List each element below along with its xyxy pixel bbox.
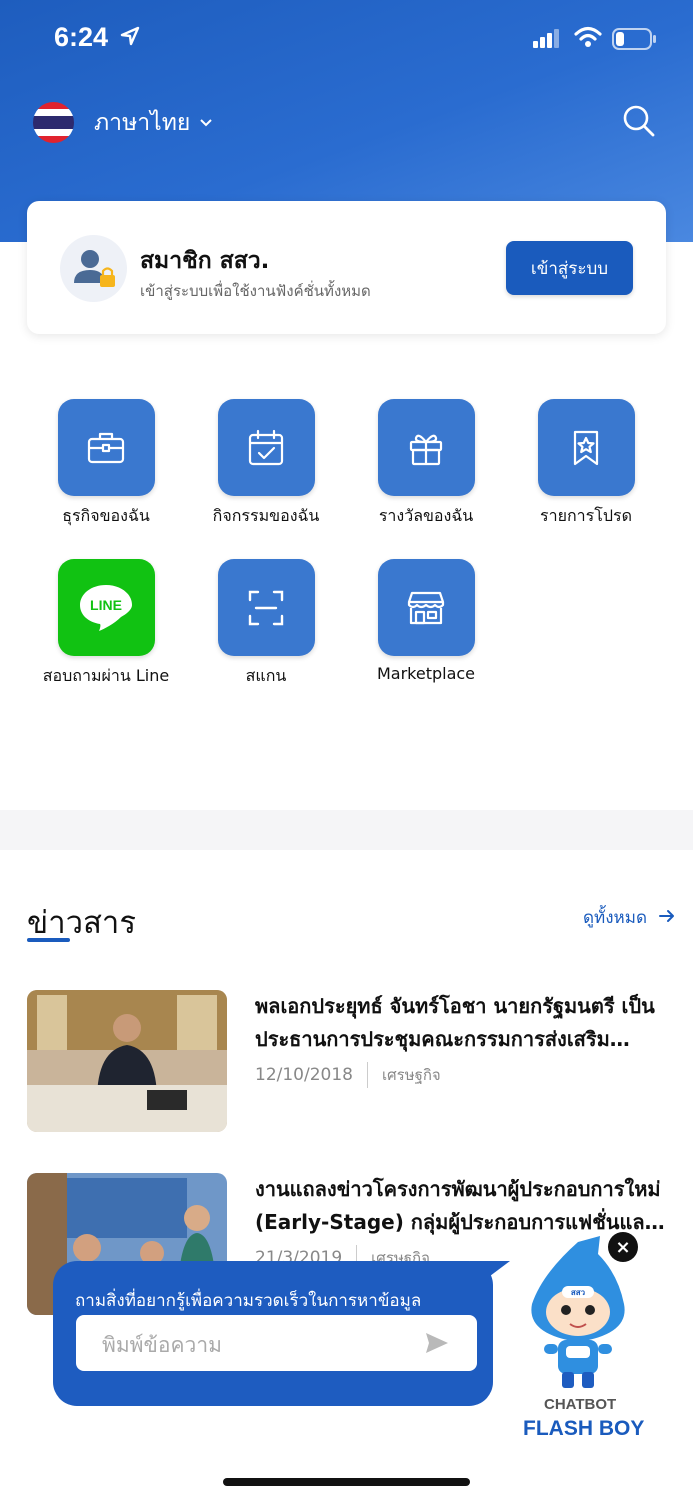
send-icon[interactable] [424, 1331, 450, 1359]
see-all-link[interactable]: ดูทั้งหมด [583, 904, 675, 931]
menu-label: กิจกรรมของฉัน [212, 506, 320, 525]
chat-input[interactable]: พิมพ์ข้อความ [76, 1315, 477, 1371]
news-headline: พลเอกประยุทธ์ จันทร์โอชา นายกรัฐมนตรี เป… [255, 994, 655, 1051]
status-bar: 6:24 [0, 22, 693, 62]
briefcase-icon [57, 399, 155, 496]
meta-separator [366, 1062, 368, 1088]
menu-item-my-business[interactable]: ธุรกิจของฉัน [31, 399, 181, 529]
news-category: เศรษฐกิจ [381, 1066, 441, 1084]
chat-prompt: ถามสิ่งที่อยากรู้เพื่อความรวดเร็วในการหา… [75, 1291, 422, 1311]
member-subtitle: เข้าสู่ระบบเพื่อใช้งานฟังค์ชั่นทั้งหมด [140, 282, 371, 300]
language-label: ภาษาไทย [94, 109, 191, 136]
cellular-signal-icon [533, 28, 561, 52]
status-time: 6:24 [54, 22, 109, 52]
menu-item-scan[interactable]: สแกน [191, 559, 341, 689]
location-arrow-icon [120, 26, 140, 50]
title-underline [27, 938, 70, 942]
section-divider [0, 810, 693, 850]
member-card: สมาชิก สสว. เข้าสู่ระบบเพื่อใช้งานฟังค์ช… [27, 201, 666, 334]
menu-item-marketplace[interactable]: Marketplace [351, 559, 501, 683]
menu-label: รางวัลของฉัน [378, 506, 474, 525]
menu-label: ธุรกิจของฉัน [62, 506, 150, 525]
avatar [60, 235, 127, 302]
close-icon[interactable]: × [608, 1232, 638, 1262]
arrow-right-icon [659, 908, 675, 928]
mascot-badge-text: สสว [571, 1288, 586, 1297]
chat-placeholder: พิมพ์ข้อความ [102, 1333, 222, 1357]
line-icon: LINE [57, 559, 155, 656]
menu-label: Marketplace [376, 664, 476, 683]
chatbot-label: CHATBOT [544, 1396, 617, 1413]
news-headline: งานแถลงข่าวโครงการพัฒนาผู้ประกอบการใหม่ … [255, 1177, 661, 1234]
news-meta: 12/10/2018 เศรษฐกิจ [255, 1062, 441, 1088]
chatbot-name: FLASH BOY [523, 1417, 645, 1440]
news-item[interactable]: พลเอกประยุทธ์ จันทร์โอชา นายกรัฐมนตรี เป… [27, 990, 667, 1132]
wifi-icon [574, 26, 602, 52]
gift-icon [377, 399, 475, 496]
menu-label: สอบถามผ่าน Line [42, 666, 170, 685]
chevron-down-icon [200, 115, 213, 131]
search-icon[interactable] [622, 104, 656, 142]
menu-item-my-rewards[interactable]: รางวัลของฉัน [351, 399, 501, 529]
member-title: สมาชิก สสว. [140, 248, 270, 274]
thai-flag-icon [33, 102, 74, 143]
menu-item-line-inquiry[interactable]: LINE สอบถามผ่าน Line [31, 559, 181, 689]
battery-icon [612, 27, 658, 55]
line-logo-text: LINE [90, 597, 122, 613]
news-date: 12/10/2018 [255, 1065, 353, 1085]
menu-item-my-activities[interactable]: กิจกรรมของฉัน [191, 399, 341, 529]
menu-label: สแกน [245, 666, 287, 685]
language-selector[interactable]: ภาษาไทย [33, 102, 213, 143]
menu-label: รายการโปรด [540, 506, 632, 525]
see-all-label: ดูทั้งหมด [583, 908, 647, 928]
store-icon [377, 559, 475, 656]
news-thumbnail [27, 990, 227, 1132]
scan-icon [217, 559, 315, 656]
bookmark-star-icon [537, 399, 635, 496]
menu-item-favorites[interactable]: รายการโปรด [511, 399, 661, 529]
home-indicator[interactable] [223, 1478, 470, 1486]
login-button[interactable]: เข้าสู่ระบบ [506, 241, 633, 295]
calendar-check-icon [217, 399, 315, 496]
